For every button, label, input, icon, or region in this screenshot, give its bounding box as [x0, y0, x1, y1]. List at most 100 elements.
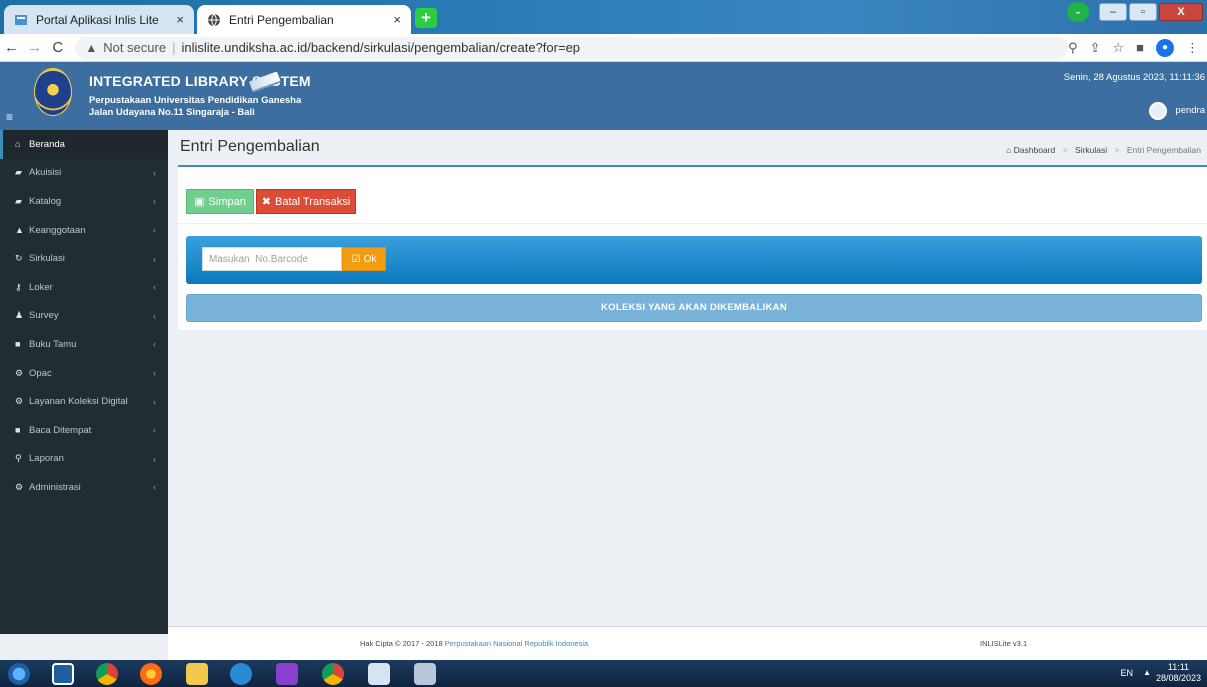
group-icon: ♟: [15, 310, 24, 321]
sidebar-item-baca-ditempat[interactable]: ■ Baca Ditempat ‹: [0, 416, 168, 445]
menu-toggle-icon[interactable]: ≡: [6, 110, 13, 124]
copyright-text: Hak Cipta © 2017 - 2018 Perpustakaan Nas…: [360, 639, 588, 648]
book-icon: ▰: [15, 195, 22, 206]
chrome-icon[interactable]: [96, 663, 118, 685]
close-icon[interactable]: ×: [393, 12, 401, 27]
report-icon: ⚲: [15, 453, 22, 464]
start-button-icon[interactable]: [8, 663, 30, 685]
system-clock[interactable]: 11:11 28/08/2023: [1156, 662, 1201, 684]
sidebar-item-label: Administrasi: [29, 481, 81, 493]
book-icon: ▰: [15, 167, 22, 178]
chevron-left-icon: ‹: [153, 425, 156, 436]
breadcrumb-dashboard[interactable]: Dashboard: [1014, 145, 1056, 155]
tab-title: Portal Aplikasi Inlis Lite: [36, 12, 159, 27]
breadcrumb-sirkulasi[interactable]: Sirkulasi: [1075, 145, 1107, 155]
sidebar-item-survey[interactable]: ♟ Survey ‹: [0, 302, 168, 331]
form-box: ▣ Simpan ✖ Batal Transaksi ☑ Ok KOLEKSI …: [178, 165, 1207, 330]
bookmark-star-icon[interactable]: ☆: [1112, 40, 1124, 56]
tab-search-icon[interactable]: ⌄: [1067, 2, 1089, 22]
save-button[interactable]: ▣ Simpan: [186, 189, 254, 214]
address-bar[interactable]: ▲ Not secure | inlislite.undiksha.ac.id/…: [75, 36, 1069, 59]
folder-icon[interactable]: [186, 663, 208, 685]
more-menu-icon[interactable]: ⋮: [1186, 40, 1199, 56]
sidebar-item-keanggotaan[interactable]: ▲ Keanggotaan ‹: [0, 216, 168, 245]
sidebar-item-label: Baca Ditempat: [29, 424, 92, 436]
chevron-left-icon: ‹: [153, 396, 156, 407]
minimize-icon[interactable]: –: [1099, 3, 1127, 21]
sidebar-item-label: Sirkulasi: [29, 253, 65, 265]
url-text[interactable]: inlislite.undiksha.ac.id/backend/sirkula…: [181, 40, 580, 55]
browser-tab-portal[interactable]: Portal Aplikasi Inlis Lite ×: [4, 5, 194, 34]
sidebar-item-label: Laporan: [29, 453, 64, 465]
chrome-icon[interactable]: [322, 663, 344, 685]
chevron-left-icon: ‹: [153, 482, 156, 493]
browser-tab-entri-pengembalian[interactable]: Entri Pengembalian ×: [197, 5, 411, 34]
globe-icon: [208, 13, 220, 26]
cancel-label: Batal Transaksi: [275, 195, 351, 208]
sidebar-item-label: Akuisisi: [29, 167, 62, 179]
sidebar-item-layanan-koleksi-digital[interactable]: ⚙ Layanan Koleksi Digital ‹: [0, 387, 168, 416]
profile-avatar-icon[interactable]: ●: [1156, 38, 1174, 57]
window-close-icon[interactable]: X: [1159, 3, 1203, 21]
chevron-left-icon: ‹: [153, 453, 156, 464]
language-indicator[interactable]: EN: [1120, 668, 1133, 678]
media-player-icon[interactable]: [52, 663, 74, 685]
warning-icon[interactable]: ▲: [85, 41, 97, 55]
zoom-icon[interactable]: ⚲: [1068, 40, 1078, 56]
sidebar-item-laporan[interactable]: ⚲ Laporan ‹: [0, 445, 168, 474]
forward-icon[interactable]: →: [23, 39, 46, 56]
clock-date: 28/08/2023: [1155, 673, 1201, 683]
ok-label: Ok: [363, 253, 377, 265]
sidebar-item-buku-tamu[interactable]: ■ Buku Tamu ‹: [0, 330, 168, 359]
document-icon[interactable]: [368, 663, 390, 685]
divider: [178, 223, 1207, 224]
internet-explorer-icon[interactable]: [230, 663, 252, 685]
app-header: INTEGRATED LIBRARY SYSTEM Perpustakaan U…: [0, 62, 1207, 130]
paint-icon[interactable]: [414, 663, 436, 685]
sidebar-item-katalog[interactable]: ▰ Katalog ‹: [0, 187, 168, 216]
ok-button[interactable]: ☑ Ok: [342, 247, 386, 271]
sidebar-panel-icon[interactable]: ■: [1136, 40, 1144, 55]
key-icon: ⚷: [15, 281, 22, 292]
back-icon[interactable]: ←: [0, 39, 23, 56]
share-icon[interactable]: ⇪: [1090, 40, 1101, 56]
sidebar-item-akuisisi[interactable]: ▰ Akuisisi ‹: [0, 159, 168, 188]
sidebar-item-label: Buku Tamu: [29, 338, 77, 350]
tray-expand-icon[interactable]: ▲: [1143, 668, 1151, 677]
sidebar-item-beranda[interactable]: ⌂ Beranda: [0, 130, 168, 159]
new-tab-button[interactable]: +: [415, 8, 437, 28]
maximize-icon[interactable]: ▫: [1129, 3, 1157, 21]
home-icon: ⌂: [15, 139, 21, 150]
sidebar-menu: ⌂ Beranda ▰ Akuisisi ‹ ▰ Katalog ‹ ▲ Keanggotaan ‹…: [0, 130, 168, 634]
sidebar-item-label: Survey: [29, 310, 59, 322]
collection-to-return-header: KOLEKSI YANG AKAN DIKEMBALIKAN: [186, 294, 1202, 322]
page-footer: Hak Cipta © 2017 - 2018 Perpustakaan Nas…: [168, 626, 1207, 660]
app-icon[interactable]: [276, 663, 298, 685]
sidebar-item-label: Katalog: [29, 195, 62, 207]
sidebar-item-sirkulasi[interactable]: ↻ Sirkulasi ‹: [0, 244, 168, 273]
firefox-icon[interactable]: [140, 663, 162, 685]
institution-address: Jalan Udayana No.11 Singaraja - Bali: [89, 107, 255, 118]
cancel-transaction-button[interactable]: ✖ Batal Transaksi: [256, 189, 356, 214]
sidebar-item-label: Beranda: [29, 138, 65, 150]
copyright-link[interactable]: Perpustakaan Nasional Republik Indonesia: [445, 639, 588, 648]
breadcrumb: ⌂ Dashboard > Sirkulasi > Entri Pengemba…: [1006, 145, 1201, 155]
copyright-prefix: Hak Cipta © 2017 - 2018: [360, 639, 443, 648]
browser-toolbar: ← → C ▲ Not secure | inlislite.undiksha.…: [0, 34, 1207, 62]
guestbook-icon: ■: [15, 339, 21, 350]
check-square-icon: ☑: [351, 253, 361, 265]
close-icon[interactable]: ×: [176, 12, 184, 27]
tab-title: Entri Pengembalian: [229, 12, 334, 27]
barcode-input[interactable]: [202, 247, 342, 271]
close-icon: ✖: [261, 196, 271, 208]
app-version: INLISLite v3.1: [980, 639, 1028, 648]
sidebar-item-loker[interactable]: ⚷ Loker ‹: [0, 273, 168, 302]
breadcrumb-current: Entri Pengembalian: [1126, 145, 1201, 155]
gears-icon: ⚙: [15, 481, 24, 492]
user-avatar-icon[interactable]: [1149, 102, 1167, 120]
user-name[interactable]: pendra: [1175, 105, 1205, 116]
sidebar-item-opac[interactable]: ⚙ Opac ‹: [0, 359, 168, 388]
reload-icon[interactable]: C: [46, 39, 69, 56]
sidebar-item-administrasi[interactable]: ⚙ Administrasi ‹: [0, 473, 168, 502]
chevron-left-icon: ‹: [153, 225, 156, 236]
